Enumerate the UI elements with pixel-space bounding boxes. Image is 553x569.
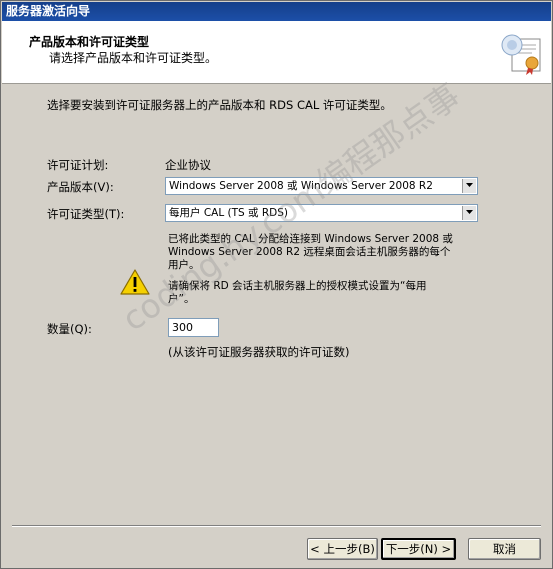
wizard-header: 产品版本和许可证类型 请选择产品版本和许可证类型。 — [2, 21, 551, 84]
info-line-2: Windows Server 2008 R2 远程桌面会话主机服务器的每个 — [168, 246, 451, 258]
page-subtitle: 请选择产品版本和许可证类型。 — [49, 51, 218, 65]
product-version-value: Windows Server 2008 或 Windows Server 200… — [169, 180, 433, 192]
warning-line-2: 户”。 — [168, 293, 195, 305]
next-button[interactable]: 下一步(N) > — [381, 538, 456, 560]
title-bar: 服务器激活向导 — [2, 2, 551, 21]
info-line-1: 已将此类型的 CAL 分配给连接到 Windows Server 2008 或 — [168, 233, 453, 245]
product-version-label: 产品版本(V): — [47, 180, 114, 194]
footer-separator — [12, 525, 541, 527]
intro-text: 选择要安装到许可证服务器上的产品版本和 RDS CAL 许可证类型。 — [47, 98, 392, 112]
back-button[interactable]: < 上一步(B) — [307, 538, 378, 560]
license-type-value: 每用户 CAL (TS 或 RDS) — [169, 207, 289, 219]
quantity-input[interactable]: 300 — [168, 318, 219, 337]
chevron-down-icon — [466, 210, 473, 214]
info-line-3: 用户。 — [168, 259, 200, 271]
license-type-description: 已将此类型的 CAL 分配给连接到 Windows Server 2008 或 … — [168, 233, 498, 272]
license-type-dropdown-button[interactable] — [462, 206, 476, 220]
product-version-dropdown-button[interactable] — [462, 179, 476, 193]
warning-line-1: 请确保将 RD 会话主机服务器上的授权模式设置为“每用 — [168, 280, 427, 292]
page-title: 产品版本和许可证类型 — [29, 35, 150, 49]
license-type-select[interactable]: 每用户 CAL (TS 或 RDS) — [165, 204, 478, 222]
quantity-hint: (从该许可证服务器获取的许可证数) — [168, 345, 350, 359]
license-type-label: 许可证类型(T): — [47, 207, 125, 221]
quantity-value: 300 — [172, 321, 193, 334]
license-program-label: 许可证计划: — [47, 158, 109, 172]
quantity-label: 数量(Q): — [47, 322, 92, 336]
warning-icon — [120, 269, 150, 295]
window-title: 服务器激活向导 — [6, 4, 91, 18]
chevron-down-icon — [466, 183, 473, 187]
product-version-select[interactable]: Windows Server 2008 或 Windows Server 200… — [165, 177, 478, 195]
license-program-value: 企业协议 — [165, 158, 211, 172]
cancel-button[interactable]: 取消 — [468, 538, 541, 560]
wizard-window: 服务器激活向导 产品版本和许可证类型 请选择产品版本和许可证类型。 选择要安装到… — [0, 0, 553, 569]
certificate-icon — [501, 34, 541, 75]
warning-message: 请确保将 RD 会话主机服务器上的授权模式设置为“每用 户”。 — [168, 280, 498, 306]
